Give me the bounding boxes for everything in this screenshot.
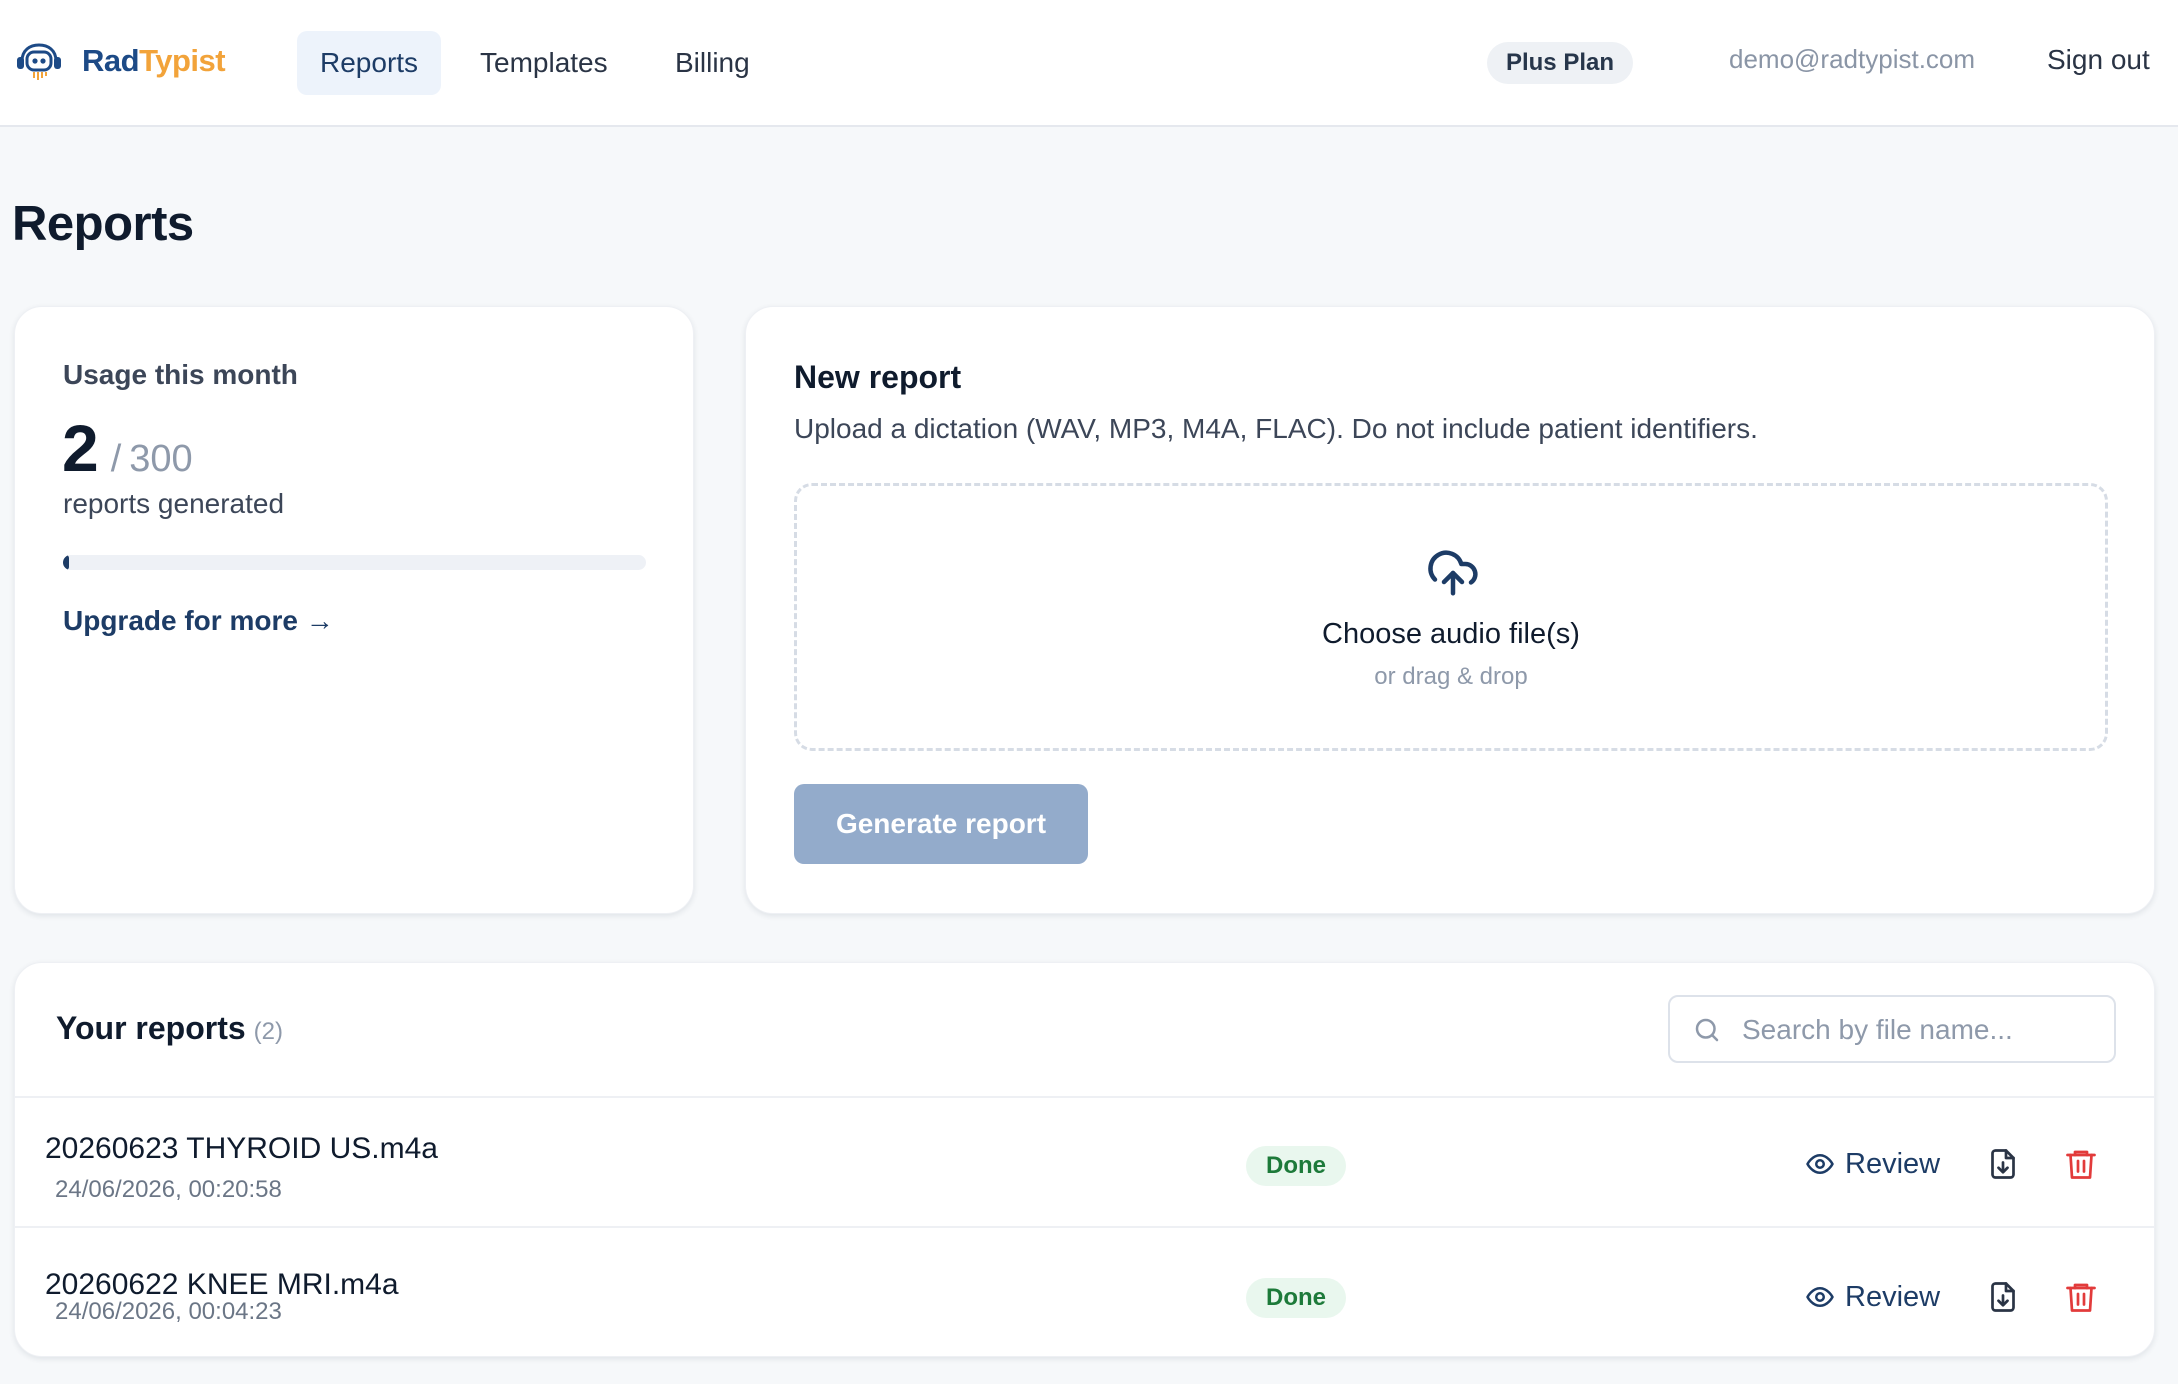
review-label: Review: [1845, 1280, 1941, 1313]
dropzone-sub-text: or drag & drop: [1374, 663, 1528, 690]
search-input[interactable]: [1740, 997, 2104, 1063]
sign-out-link[interactable]: Sign out: [2047, 44, 2150, 76]
report-row: 20260622 KNEE MRI.m4a 24/06/2026, 00:04:…: [15, 1226, 2154, 1356]
tab-templates[interactable]: Templates: [457, 31, 631, 95]
audio-dropzone[interactable]: Choose audio file(s) or drag & drop: [794, 483, 2108, 751]
your-reports-heading: Your reports (2): [56, 1010, 283, 1047]
report-date: 24/06/2026, 00:20:58: [55, 1176, 282, 1203]
review-button[interactable]: Review: [1805, 1144, 1940, 1184]
logo-text: RadTypist: [82, 43, 226, 78]
report-row: 20260623 THYROID US.m4a 24/06/2026, 00:2…: [15, 1096, 2154, 1226]
review-label: Review: [1845, 1147, 1941, 1180]
usage-separator: /: [110, 438, 122, 480]
new-report-card: New report Upload a dictation (WAV, MP3,…: [745, 306, 2155, 914]
usage-card: Usage this month 2 / 300 reports generat…: [14, 306, 694, 914]
eye-icon: [1806, 1154, 1834, 1174]
status-badge: Done: [1246, 1278, 1346, 1318]
report-file-name: 20260622 KNEE MRI.m4a: [45, 1268, 399, 1301]
user-email: demo@radtypist.com: [1729, 44, 1976, 74]
tab-billing[interactable]: Billing: [652, 31, 773, 95]
your-reports-card: Your reports (2) 20260623 THYROID US.m4a …: [14, 962, 2155, 1357]
usage-progress-bar: [63, 555, 646, 570]
search-box[interactable]: [1668, 995, 2116, 1063]
new-report-title: New report: [794, 359, 962, 395]
reports-count: (2): [253, 1018, 283, 1045]
download-icon[interactable]: [1985, 1279, 2021, 1315]
report-date: 24/06/2026, 00:04:23: [55, 1298, 282, 1325]
plan-badge: Plus Plan: [1487, 42, 1633, 84]
generate-report-button[interactable]: Generate report: [794, 784, 1088, 864]
search-icon: [1695, 1018, 1719, 1042]
status-badge: Done: [1246, 1146, 1346, 1186]
eye-icon: [1806, 1287, 1834, 1307]
trash-icon[interactable]: [2063, 1146, 2099, 1182]
top-navbar: RadTypist Reports Templates Billing Plus…: [0, 0, 2178, 127]
usage-count: 2 / 300: [62, 410, 193, 486]
dropzone-main-text: Choose audio file(s): [1322, 618, 1580, 650]
app-logo[interactable]: RadTypist: [14, 36, 226, 86]
report-file-name: 20260623 THYROID US.m4a: [45, 1132, 438, 1165]
robot-headset-icon: [17, 43, 61, 80]
cloud-upload-icon: [1428, 550, 1478, 596]
download-icon[interactable]: [1985, 1146, 2021, 1182]
new-report-description: Upload a dictation (WAV, MP3, M4A, FLAC)…: [794, 413, 1758, 444]
usage-subtitle: reports generated: [63, 488, 285, 519]
usage-total-count: 300: [129, 438, 193, 480]
review-button[interactable]: Review: [1805, 1277, 1940, 1317]
usage-progress-fill: [63, 555, 69, 570]
page-title: Reports: [12, 197, 194, 251]
trash-icon[interactable]: [2063, 1279, 2099, 1315]
upgrade-link[interactable]: Upgrade for more →: [63, 605, 334, 637]
usage-title: Usage this month: [63, 359, 298, 390]
usage-used-count: 2: [62, 411, 99, 485]
your-reports-title: Your reports: [56, 1010, 246, 1046]
tab-reports[interactable]: Reports: [297, 31, 442, 95]
